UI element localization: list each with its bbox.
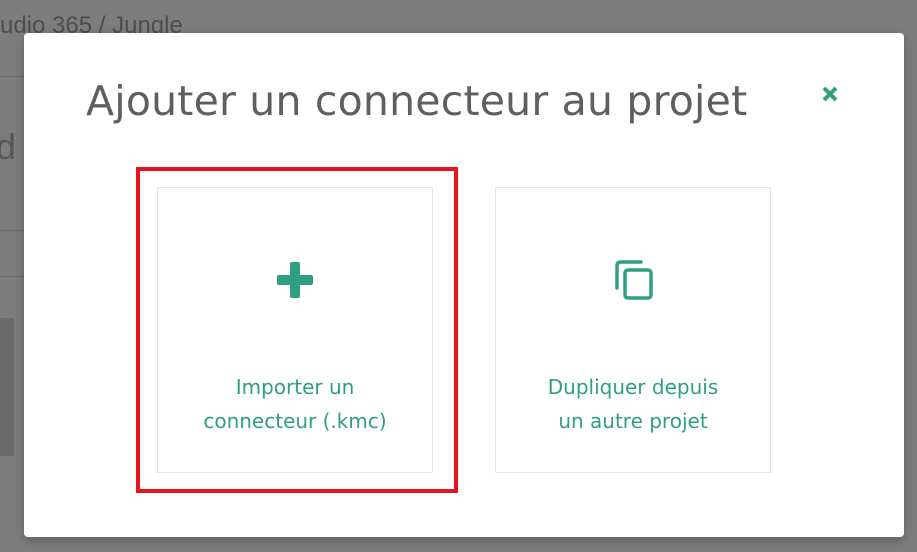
import-connector-option[interactable]: Importer un connecteur (.kmc) <box>157 187 433 473</box>
close-icon <box>822 86 838 102</box>
background-heading-fragment: d <box>0 126 17 167</box>
duplicate-connector-option[interactable]: Dupliquer depuis un autre projet <box>495 187 771 473</box>
copy-icon <box>615 260 653 300</box>
plus-icon <box>277 262 313 298</box>
modal-title: Ajouter un connecteur au projet <box>86 77 748 125</box>
import-connector-label: Importer un connecteur (.kmc) <box>158 370 432 438</box>
background-panel <box>0 318 14 456</box>
import-connector-label-line2: connecteur (.kmc) <box>203 409 387 433</box>
import-connector-label-line1: Importer un <box>235 375 355 399</box>
close-button[interactable] <box>819 83 841 105</box>
duplicate-connector-label-line2: un autre projet <box>558 409 708 433</box>
add-connector-modal: Ajouter un connecteur au projet Importer… <box>24 33 904 537</box>
duplicate-connector-label-line1: Dupliquer depuis <box>547 375 719 399</box>
duplicate-connector-label: Dupliquer depuis un autre projet <box>496 370 770 438</box>
